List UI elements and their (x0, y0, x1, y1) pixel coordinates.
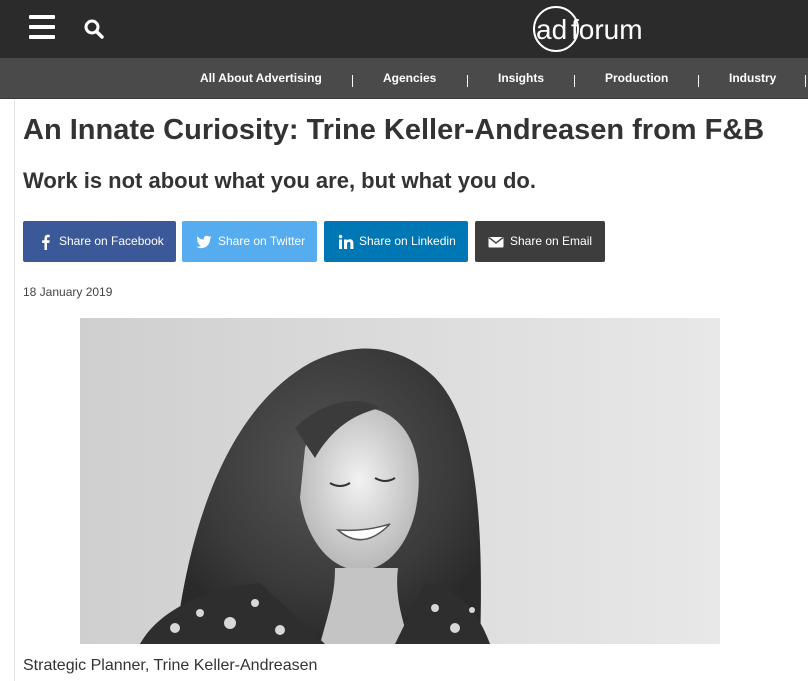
share-facebook-button[interactable]: Share on Facebook (23, 221, 176, 262)
twitter-icon (196, 235, 212, 249)
linkedin-icon (338, 234, 354, 249)
nav-separator (698, 75, 699, 87)
nav-separator (805, 75, 806, 87)
article-photo (80, 318, 720, 644)
nav-separator (352, 75, 353, 87)
nav-item-agencies[interactable]: Agencies (383, 58, 436, 98)
article-title: An Innate Curiosity: Trine Keller-Andrea… (23, 114, 765, 146)
nav-separator (467, 75, 468, 87)
envelope-icon (488, 237, 504, 248)
nav-item-production[interactable]: Production (605, 58, 668, 98)
nav-item-industry[interactable]: Industry (729, 58, 776, 98)
logo-prefix: ad (536, 14, 567, 45)
nav-item-insights[interactable]: Insights (498, 58, 544, 98)
share-email-label: Share on Email (510, 234, 593, 248)
facebook-icon (42, 234, 50, 250)
share-facebook-label: Share on Facebook (59, 234, 164, 248)
share-email-button[interactable]: Share on Email (475, 221, 605, 262)
share-twitter-label: Share on Twitter (218, 234, 306, 248)
nav-item-all-about-advertising[interactable]: All About Advertising (200, 58, 322, 98)
share-linkedin-label: Share on Linkedin (359, 234, 456, 248)
adforum-logo[interactable]: ad forum (532, 4, 662, 54)
article-date: 18 January 2019 (23, 285, 113, 299)
search-icon[interactable] (83, 18, 105, 40)
top-header-bar: ad forum (0, 0, 808, 58)
content-left-border (14, 99, 15, 681)
logo-suffix: forum (571, 14, 643, 45)
portrait-image (80, 318, 720, 644)
nav-separator (574, 75, 575, 87)
main-navigation: All About Advertising Agencies Insights … (0, 58, 808, 99)
share-twitter-button[interactable]: Share on Twitter (182, 221, 317, 262)
share-linkedin-button[interactable]: Share on Linkedin (324, 221, 468, 262)
photo-caption: Strategic Planner, Trine Keller-Andrease… (23, 657, 318, 674)
hamburger-menu-icon[interactable] (29, 15, 55, 39)
article-subtitle: Work is not about what you are, but what… (23, 168, 536, 193)
